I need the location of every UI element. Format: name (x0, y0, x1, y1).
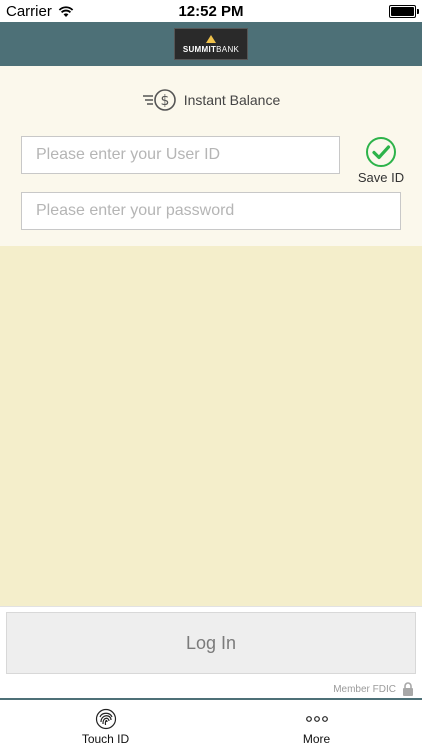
logo-text: SUMMITBANK (182, 44, 240, 54)
more-icon (305, 716, 328, 722)
tab-touch-id-label: Touch ID (81, 732, 130, 746)
checkmark-icon (366, 137, 396, 167)
tab-more[interactable]: More (211, 700, 422, 750)
fingerprint-icon (95, 708, 116, 730)
password-input[interactable] (21, 192, 401, 230)
member-fdic-label: Member FDIC (333, 683, 396, 695)
member-fdic: Member FDIC (333, 682, 414, 696)
summit-bank-logo: SUMMITBANK (174, 28, 248, 60)
clock: 12:52 PM (178, 3, 244, 20)
content-area (0, 246, 422, 606)
login-footer: Log In Member FDIC (0, 606, 422, 699)
login-button[interactable]: Log In (6, 612, 416, 674)
dollar-coin-icon: $ (142, 89, 176, 111)
lock-icon (403, 682, 413, 696)
tab-more-label: More (302, 732, 331, 746)
save-id-toggle[interactable]: Save ID (352, 136, 410, 185)
status-bar: Carrier 12:52 PM (0, 0, 422, 22)
user-id-input[interactable] (21, 136, 340, 174)
svg-text:$: $ (160, 93, 169, 109)
app-header: SUMMITBANK (0, 22, 422, 66)
logo-mountain-icon (206, 34, 216, 43)
tab-bar: Touch ID More (0, 698, 422, 752)
instant-balance-link[interactable]: $ Instant Balance (0, 88, 422, 112)
instant-balance-label: Instant Balance (183, 92, 281, 108)
battery-icon (389, 5, 419, 18)
tab-touch-id[interactable]: Touch ID (0, 700, 211, 750)
save-id-label: Save ID (357, 170, 405, 185)
login-panel: $ Instant Balance Save ID (0, 66, 422, 246)
